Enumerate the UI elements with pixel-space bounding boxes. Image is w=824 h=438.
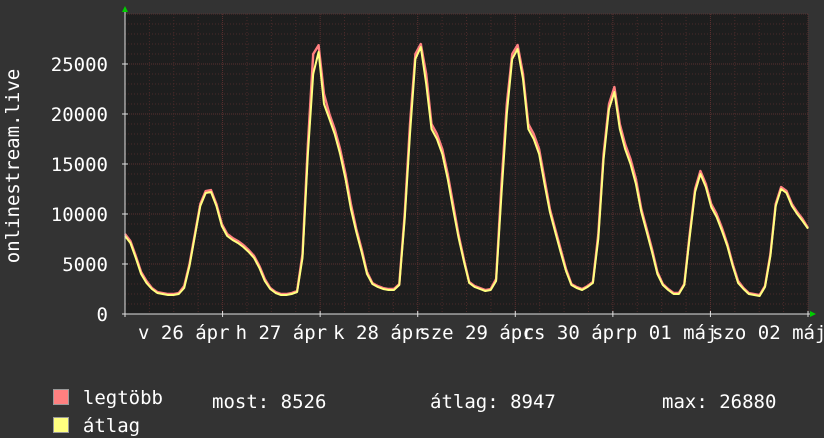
x-tick-label: k 28 ápr: [333, 322, 425, 344]
stat-max-value: 26880: [719, 391, 777, 413]
legend-item-avg: átlag: [30, 390, 140, 438]
x-tick-label: p 01 máj: [626, 322, 718, 344]
stat-avg-value: 8947: [510, 391, 556, 413]
stat-avg-label: átlag:: [430, 391, 499, 413]
y-tick-label: 25000: [51, 54, 108, 76]
stat-now: most: 8526: [212, 390, 326, 414]
stat-now-label: most:: [212, 391, 270, 413]
x-tick-label: szo 02 máj: [712, 322, 824, 344]
y-axis-label: onlinestream.live: [2, 69, 24, 263]
stat-max: max: 26880: [662, 390, 776, 414]
y-tick-label: 0: [97, 304, 108, 326]
stat-avg: átlag: 8947: [430, 390, 556, 414]
stat-max-label: max:: [662, 391, 708, 413]
legend-swatch-avg: [52, 417, 69, 433]
y-tick-label: 5000: [62, 254, 108, 276]
x-tick-label: cs 30 ápr: [523, 322, 626, 344]
y-tick-label: 10000: [51, 204, 108, 226]
y-tick-label: 20000: [51, 104, 108, 126]
x-tick-label: h 27 ápr: [236, 322, 328, 344]
y-tick-label: 15000: [51, 154, 108, 176]
legend-label-avg: átlag: [82, 415, 141, 437]
stat-now-value: 8526: [280, 391, 327, 413]
x-axis-arrow-icon: [810, 311, 816, 317]
x-tick-label: v 26 ápr: [138, 322, 230, 344]
x-tick-label: sze 29 ápr: [419, 322, 533, 344]
y-axis-arrow-icon: [122, 6, 128, 12]
